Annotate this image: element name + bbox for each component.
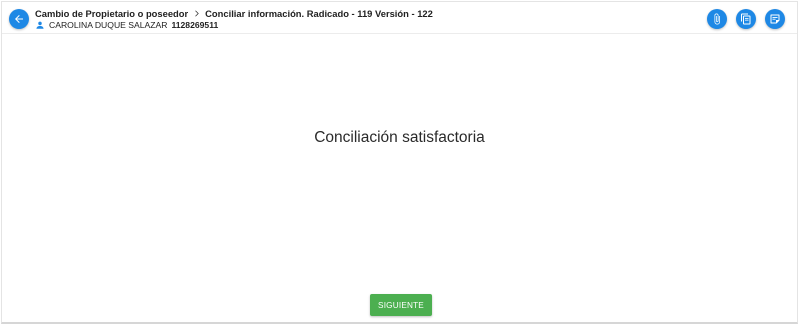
page-header: Cambio de Propietario o poseedor Concili… xyxy=(2,2,797,34)
copy-documents-icon xyxy=(741,13,751,25)
next-button[interactable]: SIGUIENTE xyxy=(370,294,432,316)
status-message: Conciliación satisfactoria xyxy=(314,129,485,146)
person-icon xyxy=(36,21,44,29)
chevron-right-icon xyxy=(195,10,199,16)
arrow-left-icon xyxy=(15,15,23,23)
copy-button[interactable] xyxy=(736,9,756,29)
page-frame: Cambio de Propietario o poseedor Concili… xyxy=(1,1,798,324)
note-icon xyxy=(770,14,780,24)
attach-button[interactable] xyxy=(707,9,727,29)
back-button[interactable] xyxy=(9,9,29,29)
breadcrumb: Cambio de Propietario o poseedor Concili… xyxy=(35,7,433,19)
breadcrumb-current: Conciliar información. Radicado - 119 Ve… xyxy=(205,7,433,19)
user-info: CAROLINA DUQUE SALAZAR 1128269511 xyxy=(35,19,218,30)
notes-button[interactable] xyxy=(765,9,785,29)
paperclip-icon xyxy=(714,13,720,25)
header-actions xyxy=(707,9,785,29)
user-id: 1128269511 xyxy=(171,19,219,30)
user-name: CAROLINA DUQUE SALAZAR xyxy=(49,19,168,30)
breadcrumb-parent[interactable]: Cambio de Propietario o poseedor xyxy=(35,8,188,19)
